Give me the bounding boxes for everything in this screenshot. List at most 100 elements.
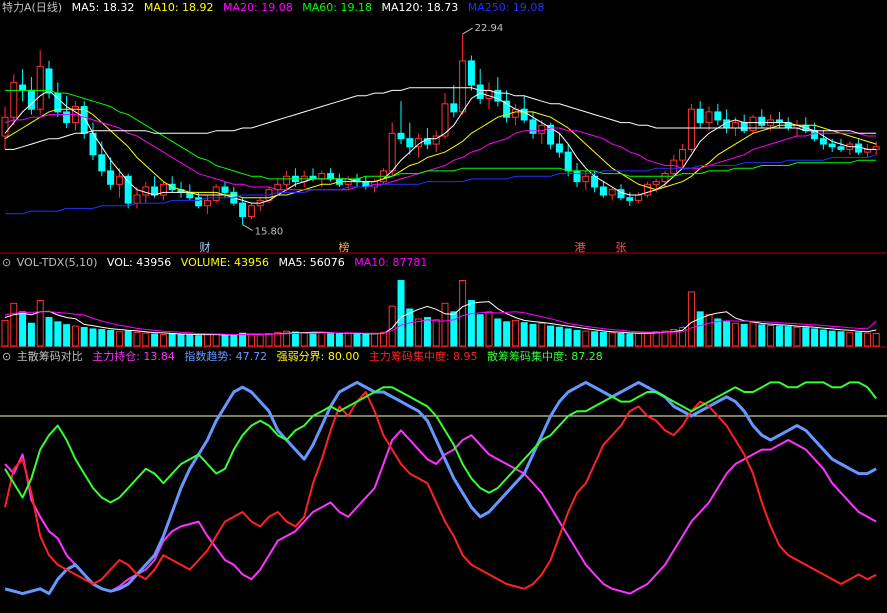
volume-bar [19,311,27,347]
volume-bar [661,330,669,347]
chevron-down-icon[interactable]: ⊙ [2,350,11,363]
vol-label: VOL: 43956 [106,256,172,269]
candle-body [626,197,634,201]
candle-body [855,143,863,153]
candle-body [828,143,836,148]
volume-bar [397,280,405,347]
volume-legend: ⊙ VOL-TDX(5,10) VOL: 43956 VOLUME: 43956… [2,255,433,271]
ma5-label: MA5: 18.32 [71,1,135,14]
candle-body [758,116,766,126]
volume-bar [432,319,440,347]
volume-bar [195,335,203,347]
ma-line-ma60 [5,89,877,180]
candle-body [327,173,335,180]
candle-body [247,205,255,217]
volume-bar [247,333,255,347]
volume-bar [511,319,519,347]
volume-bar [846,331,854,347]
volume-bar [696,311,704,347]
volume-bar [872,332,880,347]
volume-bar [36,299,44,347]
volume-bar [652,331,660,347]
candle-body [538,124,546,134]
chart-canvas[interactable]: 22.94 15.80 财 榜 港 张 [0,0,887,613]
volume-bar [476,314,484,347]
volume-bar [855,332,863,347]
chevron-down-icon[interactable]: ⊙ [2,256,11,269]
candle-body [283,175,291,185]
candle-body [124,175,132,204]
volume-bar [353,332,361,347]
volume-bar [775,325,783,347]
volume-bar [415,318,423,347]
volume-bar [221,334,229,347]
volume-bar [441,302,449,347]
candle-body [740,122,748,132]
volume-bar [608,332,616,347]
volume-bar [731,322,739,347]
volume-bar [494,318,502,347]
volume-bar [485,311,493,347]
candle-body [696,108,704,124]
candle-body [670,159,678,175]
candle-body [467,60,475,86]
volume-bar [626,333,634,347]
volume-bar [256,334,264,347]
candle-body [608,189,616,196]
indicator-line [4,380,877,596]
volume-bar [212,333,220,347]
volume-bar [151,333,159,347]
volume-bar [168,332,176,347]
candle-body [652,181,660,185]
volume-title: VOL-TDX(5,10) [16,256,98,269]
volume-bar [177,333,185,347]
volume-bar [828,330,836,347]
volume-bar [309,332,317,347]
volume-bar [203,334,211,347]
volume-bar [538,322,546,347]
volume-bar [573,329,581,347]
candle-body [406,138,414,148]
volume-bar [344,332,352,347]
volume-bar [723,321,731,347]
indicator-panel [0,380,887,596]
candle-body [714,111,722,121]
chart-stage[interactable]: 22.94 15.80 财 榜 港 张 特力A(日线) MA5: 18.32 MA10: … [0,0,887,613]
volume-bar [265,333,273,347]
price-legend: 特力A(日线) MA5: 18.32 MA10: 18.92 MA20: 19.… [2,0,550,16]
volume-bar [547,325,555,347]
volume-bar [582,330,590,347]
ma250-label: MA250: 19.08 [467,1,545,14]
ma120-label: MA120: 18.73 [381,1,459,14]
volume-bar [71,325,79,347]
conc-main-label: 主力筹码集中度: 8.95 [368,350,478,363]
volume-bar [837,331,845,347]
candle-body [388,132,396,172]
volume-bar [740,323,748,347]
price-title: 特力A(日线) [2,1,63,14]
candle-body [511,108,519,118]
volume-bar [142,332,150,347]
candle-body [705,111,713,124]
volume-bar [362,333,370,347]
candle-body [36,65,44,110]
candle-body [476,84,484,99]
volume-bar [758,324,766,347]
volume-bar [124,330,132,347]
vol-ma10-label: MA10: 87781 [354,256,428,269]
volume-bar [318,332,326,347]
candle-body [115,175,123,185]
strength-label: 强弱分界: 80.00 [276,350,360,363]
volume-bar [503,321,511,347]
volume-bar [450,311,458,347]
volume-bar [617,332,625,347]
volume-bar [599,331,607,347]
event-marker: 张 [616,241,627,254]
candle-body [459,60,467,113]
volume-bar [767,325,775,347]
volume-bar [89,328,97,347]
candle-body [731,122,739,129]
event-marker: 港 [575,241,586,254]
volume-bar [520,322,528,347]
volume-bar [802,327,810,347]
